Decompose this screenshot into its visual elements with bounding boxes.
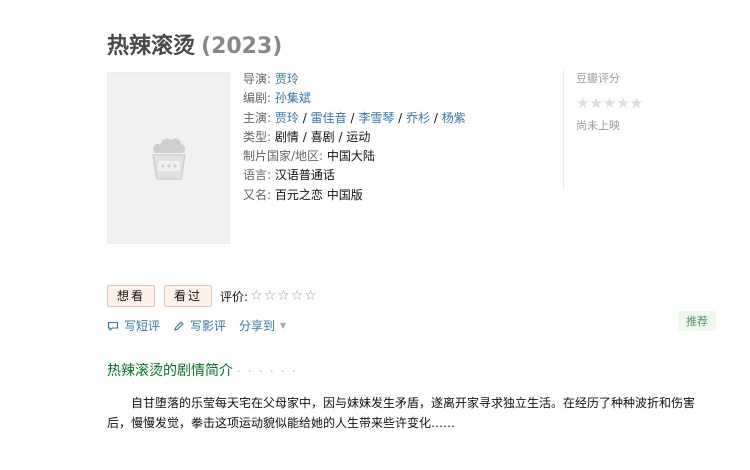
cast-link[interactable]: 李雪琴 [358,111,394,125]
genre-row: 类型: 剧情 / 喜剧 / 运动 [243,129,371,144]
aka-row: 又名: 百元之恋 中国版 [243,186,543,205]
genre-value: 剧情 [274,129,299,144]
writer-row: 编剧: 孙集斌 [243,89,543,108]
cast-link[interactable]: 杨紫 [442,111,466,125]
review-tools: 写短评 写影评 分享到 ▼ [107,317,299,334]
rating-label: 豆瓣评分 [576,72,620,85]
aka-label: 又名: [243,187,272,202]
cast-link[interactable]: 乔杉 [406,111,430,125]
cast-label: 主演: [243,110,272,125]
watched-button[interactable]: 看过 [164,285,213,307]
caret-down-icon: ▼ [280,321,287,330]
aka-value: 百元之恋 中国版 [274,187,363,202]
pencil-icon [174,320,184,331]
rate-label: 评价: [220,289,249,304]
writer-link[interactable]: 孙集斌 [275,91,311,105]
comment-icon [107,321,119,331]
director-label: 导演: [243,72,272,86]
director-row: 导演: 贾玲 [243,70,543,89]
rate-stars-input[interactable]: ☆☆☆☆☆ [250,288,318,304]
share-label: 分享到 [239,319,276,333]
popcorn-icon [152,138,186,180]
region-value: 中国大陆 [326,149,375,164]
movie-info: 导演: 贾玲 编剧: 孙集斌 主演: 贾玲 / 雷佳音 / 李雪琴 / 乔杉 /… [243,70,543,205]
write-short-review-label: 写短评 [124,319,161,333]
director-link[interactable]: 贾玲 [275,72,299,86]
language-label: 语言: [243,168,272,183]
summary-heading: 热辣滚烫的剧情简介 · · · · · · [107,360,297,380]
genre-label: 类型: [243,129,272,144]
cast-link[interactable]: 雷佳音 [311,111,347,125]
writer-label: 编剧: [243,91,272,106]
language-value: 汉语普通话 [274,168,335,183]
language-row: 语言: 汉语普通话 [243,166,543,185]
write-short-review-button[interactable]: 写短评 [107,317,160,334]
summary-text: 自甘堕落的乐莹每天宅在父母家中，因与妹妹发生矛盾，遂离开家寻求独立生活。在经历了… [107,396,696,430]
page-title: 热辣滚烫 (2023) [107,28,282,60]
summary-heading-text: 热辣滚烫的剧情简介 [107,363,233,379]
write-review-button[interactable]: 写影评 [173,317,226,334]
rating-status: 尚未上映 [576,119,620,132]
cast-link[interactable]: 贾玲 [275,111,299,125]
region-row: 制片国家/地区: 中国大陆 [243,147,543,166]
genre-value: 喜剧 [310,129,335,144]
write-review-label: 写影评 [190,319,227,333]
recommend-button[interactable]: 推荐 [678,311,716,331]
region-label: 制片国家/地区: [243,149,324,164]
want-to-watch-button[interactable]: 想看 [107,285,156,307]
rating-panel: 豆瓣评分 ★★★★★ 尚未上映 [563,70,713,190]
summary-heading-dots: · · · · · · [237,365,298,378]
cast-row: 主演: 贾玲 / 雷佳音 / 李雪琴 / 乔杉 / 杨紫 [243,110,466,125]
share-button[interactable]: 分享到 ▼ [239,317,286,334]
poster-placeholder[interactable] [107,72,230,244]
genre-value: 运动 [346,129,371,144]
movie-title: 热辣滚烫 [107,34,196,59]
interest-actions: 想看 看过 评价: ☆☆☆☆☆ [107,285,318,307]
movie-year: (2023) [201,34,283,59]
rating-stars: ★★★★★ [576,94,644,112]
